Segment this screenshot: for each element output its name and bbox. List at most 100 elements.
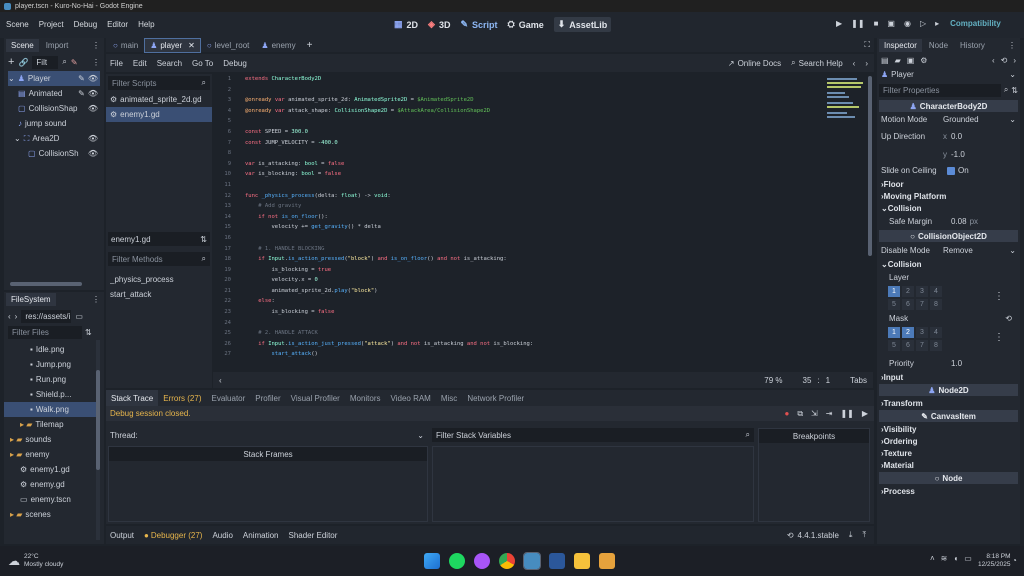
- script-icon[interactable]: ✎: [78, 74, 85, 83]
- code-line[interactable]: 20 velocity.x = 0: [213, 277, 873, 288]
- tab-import[interactable]: Import: [41, 39, 74, 52]
- layer-bit[interactable]: 3: [916, 327, 928, 338]
- extra-icon[interactable]: ⚙: [920, 56, 927, 65]
- visibility-icon[interactable]: 👁: [88, 74, 98, 83]
- indent-mode[interactable]: Tabs: [850, 376, 867, 385]
- expand-panel-icon[interactable]: ⤒: [862, 530, 866, 540]
- visibility-icon[interactable]: 👁: [88, 89, 98, 98]
- btn-assetlib[interactable]: ⬇ AssetLib: [553, 17, 612, 32]
- layer-bit[interactable]: 3: [916, 286, 928, 297]
- layer-bit[interactable]: 8: [930, 299, 942, 310]
- tree-node-area2d[interactable]: ⌄ ⛶ Area2D 👁: [8, 131, 104, 146]
- close-icon[interactable]: ✕: [188, 41, 195, 50]
- code-line[interactable]: 18 if Input.is_action_pressed("block") a…: [213, 256, 873, 267]
- volume-icon[interactable]: ◖: [953, 554, 958, 563]
- code-scrollbar[interactable]: [868, 76, 872, 256]
- layer-bit[interactable]: 6: [902, 340, 914, 351]
- file-item[interactable]: ⚙ enemy1.gd: [4, 462, 104, 477]
- up-y-field[interactable]: y -1.0: [943, 150, 965, 159]
- code-line[interactable]: 15 velocity += get_gravity() * delta: [213, 224, 873, 235]
- revert-icon[interactable]: ⟲: [1005, 314, 1012, 323]
- layer-bit[interactable]: 2: [902, 286, 914, 297]
- forward-icon[interactable]: ›: [1013, 56, 1016, 65]
- toggle-sidebar-icon[interactable]: ‹: [219, 376, 222, 385]
- file-item[interactable]: ▸ ▰ scenes: [4, 507, 104, 522]
- play-icon[interactable]: ▶: [836, 19, 842, 28]
- stop-icon[interactable]: ■: [874, 19, 879, 28]
- btn-game[interactable]: ⛭ Game: [508, 19, 544, 30]
- battery-icon[interactable]: ▭: [964, 554, 972, 563]
- script-menu-file[interactable]: File: [110, 59, 123, 68]
- code-line[interactable]: 4 @onready var attack_shape: CollisionSha…: [213, 108, 873, 119]
- layer-bit[interactable]: 7: [916, 299, 928, 310]
- file-item[interactable]: ▸ ▰ Tilemap: [4, 417, 104, 432]
- disable-mode-select[interactable]: Remove ⌄: [943, 246, 1016, 255]
- btn-3d[interactable]: ◈ 3D: [428, 19, 450, 30]
- group-collision-layers[interactable]: ⌄ Collision: [877, 258, 1020, 270]
- panel-animation[interactable]: Animation: [243, 531, 279, 540]
- code-line[interactable]: 17 # 1. HANDLE BLOCKING: [213, 246, 873, 257]
- layer-bit[interactable]: 1: [888, 286, 900, 297]
- code-line[interactable]: 11: [213, 182, 873, 193]
- group-collision[interactable]: ⌄ Collision: [877, 202, 1020, 214]
- up-x-field[interactable]: x 0.0: [943, 132, 962, 141]
- script-tab[interactable]: ♟ player ✕: [144, 37, 201, 53]
- code-line[interactable]: 16: [213, 235, 873, 246]
- code-line[interactable]: 6 const SPEED = 300.0: [213, 129, 873, 140]
- code-line[interactable]: 13 # Add gravity: [213, 203, 873, 214]
- method-item[interactable]: start_attack: [110, 287, 174, 302]
- code-line[interactable]: 12 func _physics_process(delta: float) ->…: [213, 193, 873, 204]
- break-icon[interactable]: ❚❚: [840, 409, 853, 418]
- file-item[interactable]: ▪ Jump.png: [4, 357, 104, 372]
- code-line[interactable]: 24: [213, 320, 873, 331]
- code-line[interactable]: 9 var is_attacking: bool = false: [213, 161, 873, 172]
- messenger-icon[interactable]: [474, 553, 490, 569]
- filter-properties-input[interactable]: Filter Properties: [879, 83, 1001, 97]
- code-line[interactable]: 27 start_attack(): [213, 351, 873, 362]
- filter-stack-input[interactable]: Filter Stack Variables ⌕: [432, 428, 754, 442]
- layer-bit[interactable]: 4: [930, 286, 942, 297]
- record-icon[interactable]: ●: [784, 409, 789, 418]
- tree-node-player[interactable]: ⌄ ♟ Player ✎ 👁: [8, 71, 100, 86]
- script-menu-search[interactable]: Search: [157, 59, 182, 68]
- play-scene-icon[interactable]: ▷: [920, 19, 926, 28]
- zoom-level[interactable]: 79 %: [764, 376, 782, 385]
- slide-checkbox[interactable]: On: [947, 166, 969, 175]
- menu-editor[interactable]: Editor: [107, 20, 128, 29]
- filter-scripts-input[interactable]: Filter Scripts ⌕: [108, 76, 210, 90]
- pin-icon[interactable]: ⤓: [849, 530, 853, 540]
- copy-icon[interactable]: ⧉: [797, 409, 803, 419]
- code-line[interactable]: 19 is_blocking = true: [213, 267, 873, 278]
- thread-selector[interactable]: Thread: ⌄: [108, 428, 428, 442]
- group-ordering[interactable]: › Ordering: [877, 435, 1020, 447]
- filter-files-input[interactable]: Filter Files: [8, 326, 82, 339]
- btn-2d[interactable]: ▦ 2D: [394, 19, 418, 30]
- wifi-icon[interactable]: ≋: [941, 554, 948, 563]
- next-script-icon[interactable]: ›: [865, 59, 868, 68]
- tree-node-collisionsh[interactable]: ▢ CollisionSh 👁: [8, 146, 104, 161]
- path-input[interactable]: res://assets/i: [21, 309, 72, 323]
- group-process[interactable]: › Process: [877, 485, 1020, 497]
- code-line[interactable]: 1 extends CharacterBody2D: [213, 76, 873, 87]
- filter-methods-input[interactable]: Filter Methods ⌕: [108, 252, 210, 266]
- group-transform[interactable]: › Transform: [877, 397, 1020, 409]
- prev-script-icon[interactable]: ‹: [853, 59, 856, 68]
- script-tab[interactable]: ○ main: [108, 39, 143, 52]
- layer-bit[interactable]: 5: [888, 340, 900, 351]
- save-icon[interactable]: ▣: [907, 56, 915, 65]
- weather-widget[interactable]: ☁ 22°C Mostly cloudy: [8, 553, 63, 569]
- code-line[interactable]: 8: [213, 150, 873, 161]
- file-item[interactable]: ▸ ▰ sounds: [4, 432, 104, 447]
- debugger-tab[interactable]: Misc: [436, 390, 462, 406]
- word-icon[interactable]: [549, 553, 565, 569]
- group-moving-platform[interactable]: › Moving Platform: [877, 190, 1020, 202]
- debugger-tab[interactable]: Profiler: [250, 390, 285, 406]
- menu-help[interactable]: Help: [138, 20, 154, 29]
- code-line[interactable]: 2: [213, 87, 873, 98]
- script-menu-edit[interactable]: Edit: [133, 59, 147, 68]
- group-input[interactable]: › Input: [877, 371, 1020, 383]
- mask-grid[interactable]: 1 2 3 4 5 6 7 8 ⋮: [877, 326, 1020, 352]
- file-item[interactable]: ▪ Shield.p...: [4, 387, 104, 402]
- file-item[interactable]: ▪ Idle.png: [4, 342, 104, 357]
- debugger-tab[interactable]: Network Profiler: [462, 390, 529, 406]
